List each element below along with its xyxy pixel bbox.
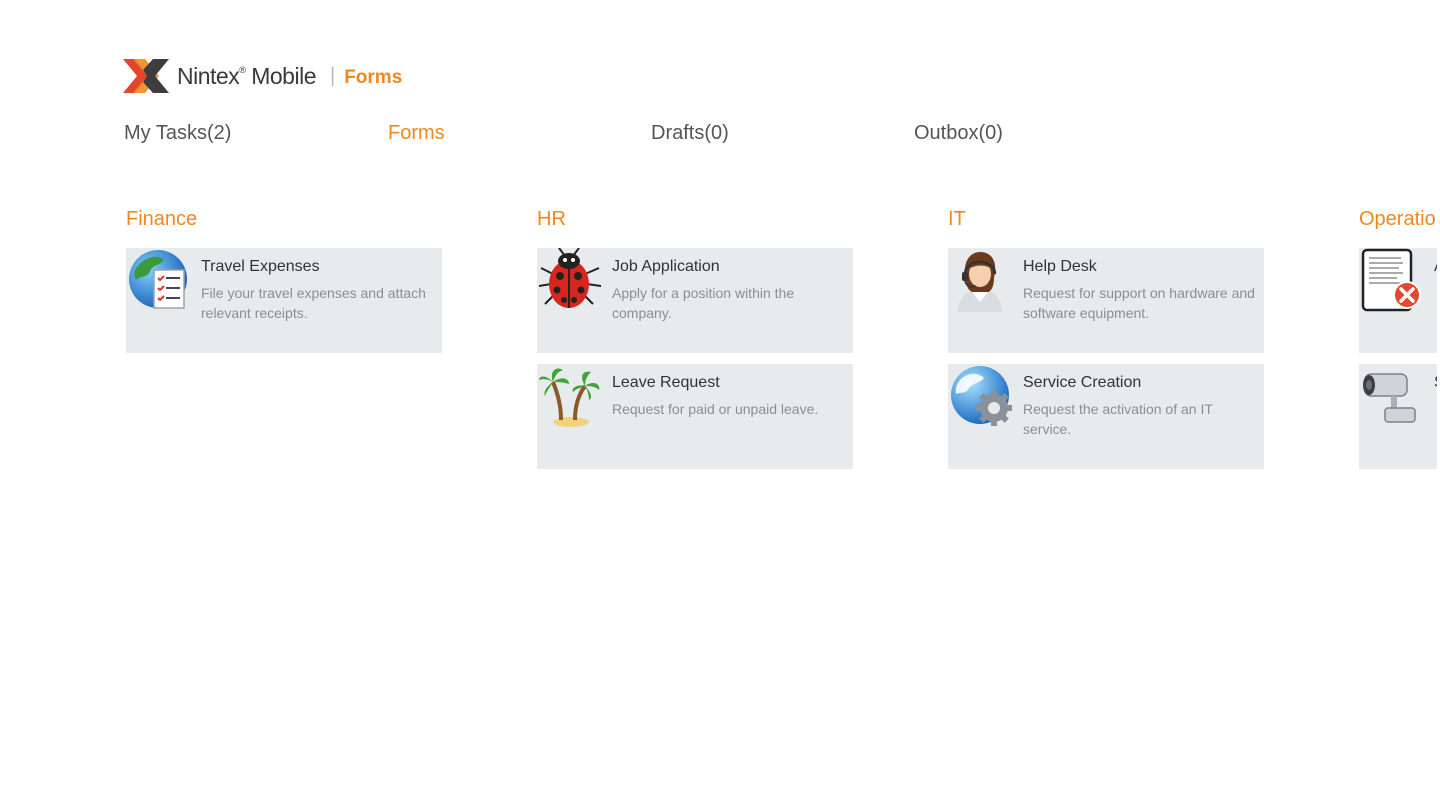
form-title: Travel Expenses <box>201 258 320 275</box>
brand-separator: | <box>330 64 336 87</box>
group-title-it: IT <box>948 208 966 230</box>
form-tile-operations-2[interactable]: S <box>1359 364 1437 469</box>
form-title: Leave Request <box>612 374 720 391</box>
app-title: Forms <box>344 67 403 88</box>
group-title-hr: HR <box>537 208 566 230</box>
tab-drafts[interactable]: Drafts(0) <box>651 122 729 145</box>
globe-gear-icon <box>951 366 1012 426</box>
form-tile-service-creation[interactable]: Service Creation Request the activation … <box>948 364 1264 469</box>
globe-checklist-icon <box>129 250 187 309</box>
app-canvas: Nintex® Mobile | Forms My Tasks(2) Forms… <box>0 0 1437 810</box>
tab-my-tasks[interactable]: My Tasks(2) <box>124 122 231 145</box>
document-error-icon <box>1361 248 1421 312</box>
form-tile-job-application[interactable]: Job Application Apply for a position wit… <box>537 248 853 353</box>
form-title: Service Creation <box>1023 374 1142 391</box>
form-title: Job Application <box>612 258 720 275</box>
form-tile-travel-expenses[interactable]: Travel Expenses File your travel expense… <box>126 248 442 353</box>
group-title-finance: Finance <box>126 208 198 230</box>
form-title: A <box>1434 258 1437 276</box>
tab-forms[interactable]: Forms <box>388 122 445 145</box>
security-camera-icon <box>1363 373 1416 423</box>
form-title: Help Desk <box>1023 258 1097 275</box>
form-description: Request the activation of an IT service. <box>1023 401 1213 437</box>
group-title-operations: Operatio <box>1359 208 1436 230</box>
form-description: Request for paid or unpaid leave. <box>612 401 819 417</box>
form-description: File your travel expenses and attach rel… <box>201 285 426 321</box>
ladybug-icon <box>539 248 601 308</box>
form-description: Apply for a position within the company. <box>612 285 795 321</box>
app-header: Nintex® Mobile | Forms <box>123 56 402 96</box>
form-tile-operations-1[interactable]: A <box>1359 248 1437 353</box>
form-tile-leave-request[interactable]: Leave Request Request for paid or unpaid… <box>537 364 853 469</box>
brand-name: Nintex® Mobile <box>177 62 316 89</box>
nintex-logo-icon <box>123 59 169 93</box>
form-tile-help-desk[interactable]: Help Desk Request for support on hardwar… <box>948 248 1264 353</box>
tab-outbox[interactable]: Outbox(0) <box>914 122 1003 145</box>
palm-tree-icon <box>539 368 600 427</box>
support-agent-icon <box>958 252 1002 312</box>
form-description: Request for support on hardware and soft… <box>1023 285 1255 321</box>
form-title: S <box>1434 374 1437 392</box>
